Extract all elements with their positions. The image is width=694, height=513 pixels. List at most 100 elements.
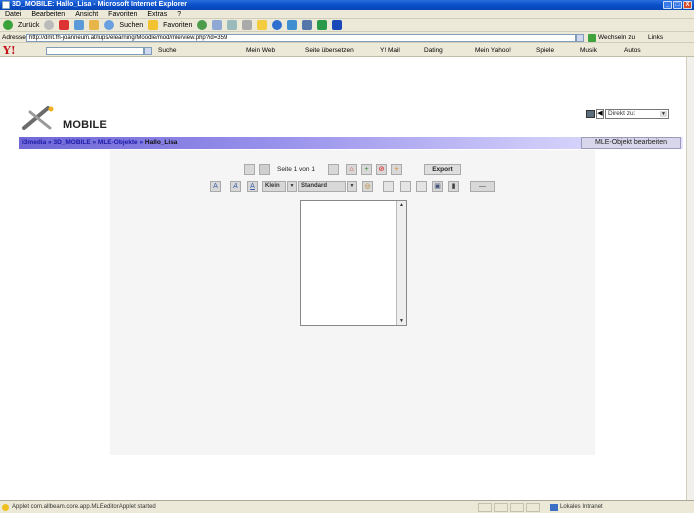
mail-icon[interactable]	[212, 20, 223, 30]
breadcrumb-bar: i3media » 3D_MOBILE » MLE-Objekte » Hall…	[19, 137, 683, 149]
yahoo-music[interactable]: Musik	[580, 44, 597, 57]
favorites-star-icon[interactable]	[148, 20, 159, 30]
jump-to-select[interactable]: Direkt zu: ▼	[605, 109, 669, 119]
status-text: Applet com.allbeam.core.app.MLEeditorApp…	[12, 504, 156, 510]
breadcrumb-i3media[interactable]: i3media	[22, 139, 46, 146]
applet-status-icon	[2, 504, 9, 511]
yahoo-dating[interactable]: Dating	[424, 44, 443, 57]
back-arrow-icon[interactable]	[3, 20, 13, 30]
site-page-icon[interactable]	[586, 110, 595, 118]
link-icon[interactable]	[416, 181, 427, 192]
scroll-down-icon[interactable]: ▼	[397, 317, 406, 325]
back-button-label[interactable]: Zurück	[18, 22, 39, 29]
video-icon[interactable]	[400, 181, 411, 192]
messenger-icon[interactable]	[287, 20, 298, 30]
page-blank-icon[interactable]	[328, 164, 339, 175]
bluetooth-icon[interactable]	[332, 20, 343, 30]
search-button-label[interactable]: Suchen	[119, 22, 143, 29]
menu-edit[interactable]: Bearbeiten	[31, 10, 65, 18]
ie-icon	[2, 1, 10, 9]
yahoo-mail[interactable]: Y! Mail	[380, 44, 400, 57]
breadcrumb-3d-mobile[interactable]: 3D_MOBILE	[53, 139, 90, 146]
yahoo-logo[interactable]: Y!	[3, 44, 16, 57]
export-button[interactable]: Export	[424, 164, 461, 175]
menu-file[interactable]: Datei	[5, 10, 21, 18]
yahoo-search-dropdown-icon[interactable]	[144, 47, 152, 55]
search-icon[interactable]	[104, 20, 115, 30]
menu-favorites[interactable]: Favoriten	[108, 10, 137, 18]
yahoo-autos[interactable]: Autos	[624, 44, 641, 57]
forward-arrow-icon[interactable]	[44, 20, 55, 30]
menu-view[interactable]: Ansicht	[75, 10, 98, 18]
favorites-button-label[interactable]: Favoriten	[163, 22, 192, 29]
breadcrumb-current: Hallo_Lisa	[144, 139, 178, 146]
yahoo-search-input[interactable]	[46, 47, 144, 55]
close-button[interactable]: X	[683, 1, 692, 9]
refresh-icon[interactable]	[74, 20, 85, 30]
chevron-down-icon[interactable]: ▼	[347, 181, 357, 192]
menu-help[interactable]: ?	[177, 10, 181, 18]
home-icon[interactable]	[89, 20, 100, 30]
text-style-select[interactable]: Standard	[298, 181, 346, 192]
print-icon[interactable]	[227, 20, 238, 30]
font-size-select[interactable]: Klein	[262, 181, 286, 192]
yahoo-translate[interactable]: Seite übersetzen	[305, 44, 354, 57]
menu-bar: Datei Bearbeiten Ansicht Favoriten Extra…	[0, 10, 694, 19]
insert-page-icon[interactable]: +	[391, 164, 402, 175]
go-arrow-icon[interactable]	[588, 34, 596, 42]
breadcrumb-mle-objekte[interactable]: MLE-Objekte	[98, 139, 138, 146]
window-title-bar[interactable]: 3D_MOBILE: Hallo_Lisa - Microsoft Intern…	[0, 0, 694, 10]
breadcrumb-separator: »	[92, 139, 97, 146]
save-icon[interactable]	[244, 164, 255, 175]
image-icon[interactable]	[383, 181, 394, 192]
status-cell	[510, 503, 524, 512]
history-icon[interactable]	[197, 20, 208, 30]
edit-mle-object-button[interactable]: MLE-Objekt bearbeiten	[581, 137, 681, 149]
mobile-x-logo-icon	[22, 106, 54, 130]
breadcrumb: i3media » 3D_MOBILE » MLE-Objekte » Hall…	[22, 137, 177, 149]
add-page-icon[interactable]: +	[361, 164, 372, 175]
yahoo-my-web[interactable]: Mein Web	[246, 44, 275, 57]
jump-to-label: Direkt zu:	[608, 110, 636, 117]
separator-line-icon[interactable]: —	[470, 181, 495, 192]
audio-icon[interactable]: ◎	[362, 181, 373, 192]
trash-icon[interactable]: ▮	[448, 181, 459, 192]
text-editor-field[interactable]	[300, 200, 407, 326]
edit-page-icon[interactable]	[242, 20, 253, 30]
page-scrollbar[interactable]	[686, 57, 694, 500]
text-editor-scrollbar[interactable]: ▲ ▼	[396, 201, 406, 325]
plugin-icon[interactable]	[317, 20, 328, 30]
yahoo-my-yahoo[interactable]: Mein Yahoo!	[475, 44, 511, 57]
browser-toolbar: Zurück Suchen Favoriten	[0, 19, 694, 32]
menu-tools[interactable]: Extras	[147, 10, 167, 18]
window-title: 3D_MOBILE: Hallo_Lisa - Microsoft Intern…	[12, 1, 188, 8]
chevron-down-icon: ▼	[660, 111, 667, 117]
address-label: Adresse	[2, 34, 26, 41]
minimize-button[interactable]: _	[663, 1, 672, 9]
home-page-icon[interactable]: ⌂	[346, 164, 357, 175]
address-input[interactable]: http://dmt.fh-joanneum.at/lups/elearning…	[26, 34, 576, 42]
stop-icon[interactable]	[59, 20, 70, 30]
ie-globe-icon[interactable]	[272, 20, 283, 30]
display-icon[interactable]: ▣	[432, 181, 443, 192]
blank-page-icon[interactable]	[259, 164, 270, 175]
text-bold-icon[interactable]: A	[210, 181, 221, 192]
scroll-up-icon[interactable]: ▲	[397, 201, 406, 209]
breadcrumb-separator: »	[139, 139, 144, 146]
yahoo-search-button[interactable]: Suche	[158, 44, 176, 57]
text-italic-icon[interactable]: A	[230, 181, 241, 192]
go-button[interactable]: Wechseln zu	[598, 33, 635, 43]
yahoo-games[interactable]: Spiele	[536, 44, 554, 57]
yahoo-toolbar: Y! Suche Mein Web Seite übersetzen Y! Ma…	[0, 44, 694, 57]
folder-icon[interactable]	[257, 20, 268, 30]
intranet-zone-icon	[550, 504, 558, 511]
research-icon[interactable]	[302, 20, 313, 30]
links-button[interactable]: Links	[648, 33, 663, 43]
page-info: Seite 1 von 1	[277, 166, 315, 173]
maximize-button[interactable]: □	[673, 1, 682, 9]
address-dropdown-icon[interactable]	[576, 34, 584, 42]
jump-back-button[interactable]: ◀	[596, 109, 604, 119]
delete-page-icon[interactable]: ⊘	[376, 164, 387, 175]
text-underline-icon[interactable]: A	[247, 181, 258, 192]
chevron-down-icon[interactable]: ▼	[287, 181, 297, 192]
